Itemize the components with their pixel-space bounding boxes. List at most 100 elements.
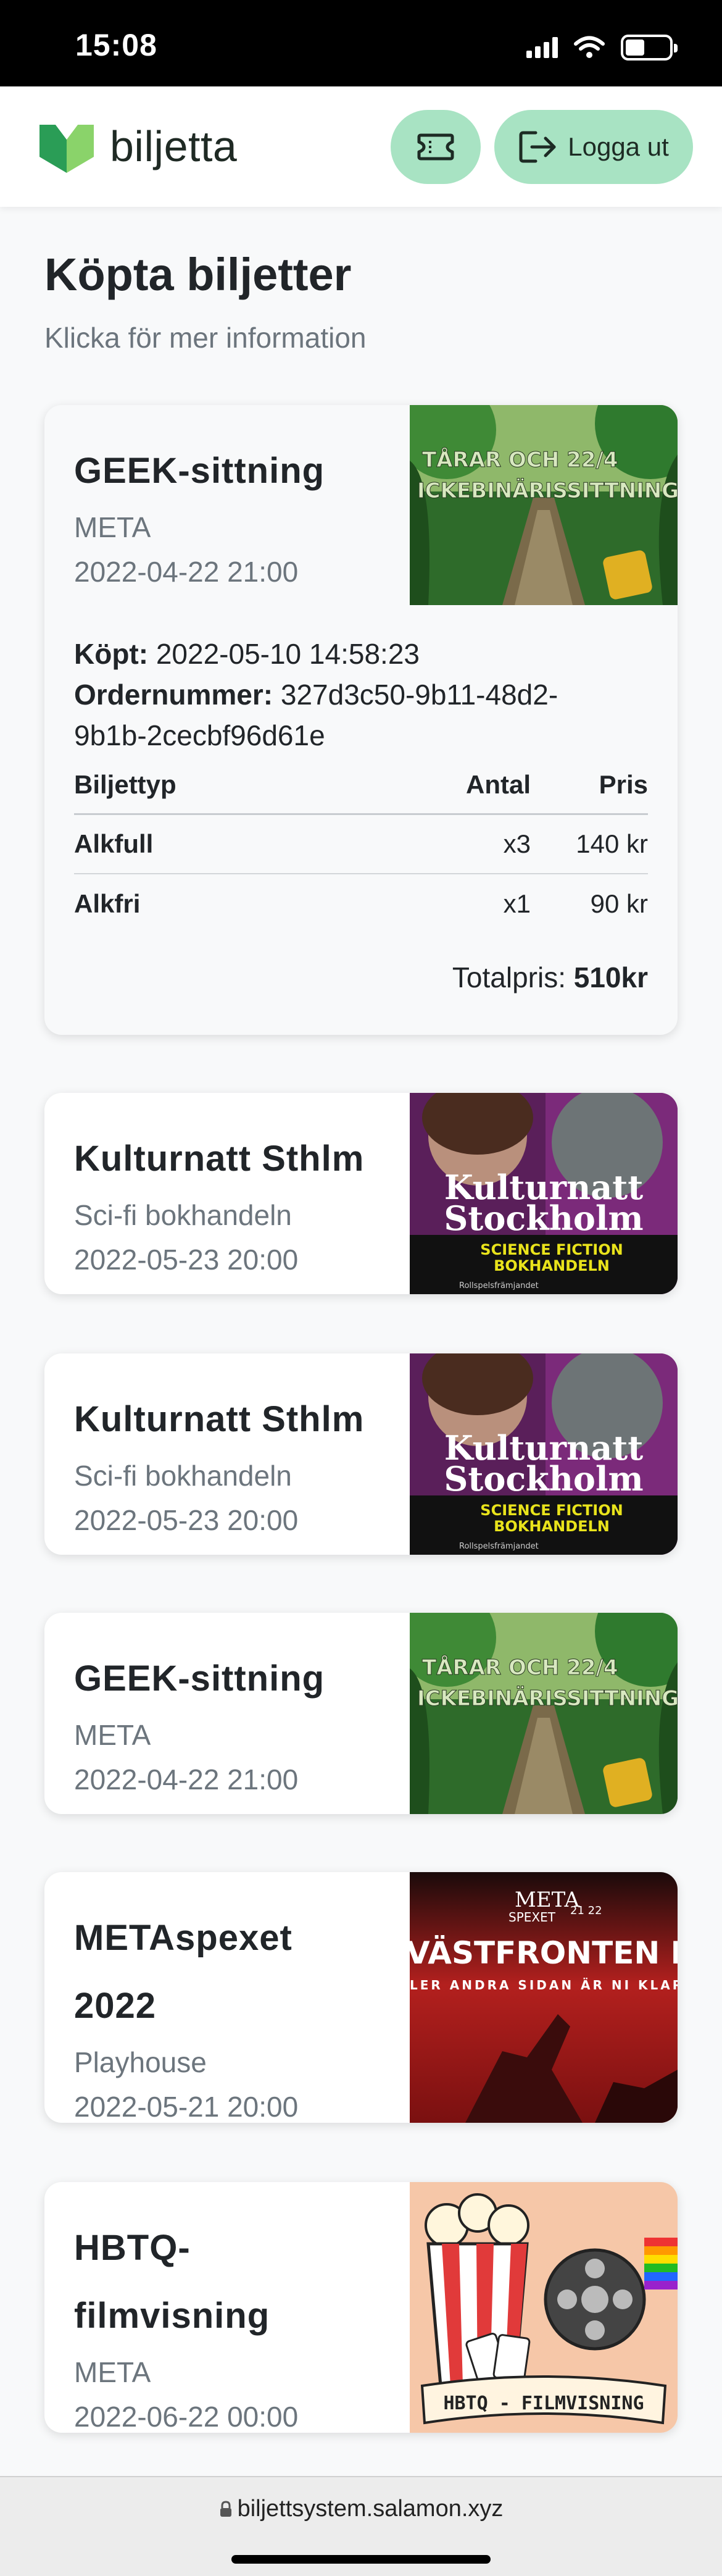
event-info: GEEK-sittning META 2022-04-22 21:00 bbox=[74, 437, 420, 594]
purchased-value: 2022-05-10 14:58:23 bbox=[156, 638, 420, 670]
event-venue: META bbox=[74, 511, 151, 543]
event-date: 2022-06-22 00:00 bbox=[74, 2401, 299, 2433]
table-row: Alkfull x3 140 kr bbox=[74, 815, 648, 874]
ticket-card[interactable]: METAspexet 2022 Playhouse 2022-05-21 20:… bbox=[44, 1872, 678, 2123]
navbar: biljetta Logga ut bbox=[0, 86, 722, 207]
event-date: 2022-04-22 21:00 bbox=[74, 556, 299, 588]
geek-image-bottom-caption: ICKEBINÄRISSITTNING bbox=[417, 478, 678, 503]
ticket-table: Biljettyp Antal Pris Alkfull x3 140 kr A… bbox=[74, 756, 648, 934]
geek-image-top-caption: TÅRAR OCH 22/4 bbox=[422, 447, 618, 472]
brand-link[interactable]: biljetta bbox=[37, 119, 237, 174]
browser-address-bar[interactable]: biljettsystem.salamon.xyz bbox=[0, 2476, 722, 2576]
kulturnatt-image-band1: SCIENCE FICTION bbox=[480, 1241, 623, 1258]
event-image-geek: TÅRAR OCH 22/4 ICKEBINÄRISSITTNING bbox=[410, 1613, 678, 1814]
order-number-value-2: 9b1b-2cecbf96d61e bbox=[74, 719, 325, 751]
col-quantity: Antal bbox=[466, 769, 531, 799]
event-info: METAspexet 2022 Playhouse 2022-05-21 20:… bbox=[74, 1904, 420, 2123]
event-image-metaspexet: META SPEXET 21 22 VÄSTFRONTEN INTET S LE… bbox=[410, 1872, 678, 2123]
order-number-line-2: 9b1b-2cecbf96d61e bbox=[74, 715, 648, 756]
spexet-tagline: LER ANDRA SIDAN ÄR NI KLAR bbox=[410, 1978, 678, 1993]
geek-image-bottom-caption: ICKEBINÄRISSITTNING bbox=[417, 1686, 678, 1711]
status-time: 15:08 bbox=[75, 28, 157, 62]
event-info: Kulturnatt Sthlm Sci-fi bokhandeln 2022-… bbox=[74, 1386, 420, 1542]
total-value: 510kr bbox=[573, 961, 648, 993]
event-info: Kulturnatt Sthlm Sci-fi bokhandeln 2022-… bbox=[74, 1125, 420, 1282]
event-venue: Sci-fi bokhandeln bbox=[74, 1199, 292, 1231]
event-name: Kulturnatt Sthlm bbox=[74, 1399, 365, 1439]
wifi-icon bbox=[574, 36, 605, 58]
kulturnatt-image-footer: Rollspelsfrämjandet bbox=[459, 1281, 539, 1290]
ticket-card-expanded[interactable]: GEEK-sittning META 2022-04-22 21:00 TÅRA… bbox=[44, 405, 678, 1035]
home-indicator bbox=[231, 2555, 491, 2564]
status-icons bbox=[526, 32, 678, 63]
ticket-card[interactable]: Kulturnatt Sthlm Sci-fi bokhandeln 2022-… bbox=[44, 1353, 678, 1555]
event-date: 2022-05-23 20:00 bbox=[74, 1244, 299, 1276]
purchased-label: Köpt: bbox=[74, 638, 149, 670]
ticket-card[interactable]: HBTQ- filmvisning META 2022-06-22 00:00 bbox=[44, 2182, 678, 2433]
event-venue: Sci-fi bokhandeln bbox=[74, 1460, 292, 1492]
event-name: Kulturnatt Sthlm bbox=[74, 1139, 365, 1179]
logout-label: Logga ut bbox=[568, 132, 669, 161]
biljetta-logo-icon bbox=[39, 125, 94, 173]
event-name: GEEK-sittning bbox=[74, 451, 325, 491]
event-venue: Playhouse bbox=[74, 2046, 207, 2078]
ticket-table-header: Biljettyp Antal Pris bbox=[74, 756, 648, 815]
page-title: Köpta biljetter bbox=[44, 249, 352, 300]
ticket-icon bbox=[417, 133, 454, 161]
purchased-line: Köpt: 2022-05-10 14:58:23 bbox=[74, 634, 648, 674]
page-subtitle: Klicka för mer information bbox=[44, 322, 367, 354]
event-date: 2022-05-21 20:00 bbox=[74, 2091, 299, 2123]
spexet-title: VÄSTFRONTEN INTET S bbox=[410, 1935, 678, 1971]
brand-name: biljetta bbox=[110, 122, 238, 170]
hbtq-image-banner: HBTQ - FILMVISNING bbox=[443, 2393, 644, 2414]
event-info: HBTQ- filmvisning META 2022-06-22 00:00 bbox=[74, 2214, 420, 2433]
kulturnatt-image-line2: Stockholm bbox=[444, 1459, 643, 1499]
col-ticket-type: Biljettyp bbox=[74, 769, 176, 799]
spexet-logo-sub: SPEXET bbox=[508, 1910, 556, 1925]
lock-icon bbox=[220, 2501, 231, 2517]
event-venue: META bbox=[74, 2356, 151, 2388]
event-image-kulturnatt: Kulturnatt Stockholm SCIENCE FICTION BOK… bbox=[410, 1353, 678, 1555]
battery-icon bbox=[621, 35, 678, 61]
kulturnatt-image-band2: BOKHANDELN bbox=[494, 1518, 610, 1535]
event-name-line2: filmvisning bbox=[74, 2296, 270, 2336]
event-info: GEEK-sittning META 2022-04-22 21:00 bbox=[74, 1645, 420, 1802]
cellular-signal-icon bbox=[526, 37, 558, 58]
event-name-line1: HBTQ- bbox=[74, 2228, 191, 2268]
total-label: Totalpris: bbox=[452, 961, 566, 993]
purchase-details: Köpt: 2022-05-10 14:58:23 Ordernummer: 3… bbox=[74, 634, 648, 756]
kulturnatt-image-band1: SCIENCE FICTION bbox=[480, 1502, 623, 1519]
geek-image-top-caption: TÅRAR OCH 22/4 bbox=[422, 1655, 618, 1680]
ticket-price: 90 kr bbox=[590, 889, 648, 918]
event-image-geek: TÅRAR OCH 22/4 ICKEBINÄRISSITTNING bbox=[410, 405, 678, 605]
col-price: Pris bbox=[599, 769, 648, 799]
status-bar: 15:08 bbox=[0, 0, 722, 86]
spexet-logo-year: 21 22 bbox=[570, 1904, 602, 1917]
ticket-qty: x3 bbox=[503, 829, 531, 858]
url-text: biljettsystem.salamon.xyz bbox=[237, 2496, 504, 2522]
ticket-qty: x1 bbox=[503, 889, 531, 918]
kulturnatt-image-line2: Stockholm bbox=[444, 1198, 643, 1238]
ticket-price: 140 kr bbox=[576, 829, 648, 858]
event-venue: META bbox=[74, 1719, 151, 1751]
total-price: Totalpris: 510kr bbox=[452, 961, 648, 994]
my-tickets-button[interactable] bbox=[391, 110, 481, 184]
event-date: 2022-04-22 21:00 bbox=[74, 1763, 299, 1796]
order-number-line: Ordernummer: 327d3c50-9b11-48d2- bbox=[74, 674, 648, 715]
event-image-kulturnatt: Kulturnatt Stockholm SCIENCE FICTION BOK… bbox=[410, 1093, 678, 1294]
event-date: 2022-05-23 20:00 bbox=[74, 1504, 299, 1536]
order-number-value-1: 327d3c50-9b11-48d2- bbox=[280, 679, 558, 711]
table-row: Alkfri x1 90 kr bbox=[74, 874, 648, 934]
url-display[interactable]: biljettsystem.salamon.xyz bbox=[0, 2496, 722, 2522]
order-number-label: Ordernummer: bbox=[74, 679, 273, 711]
event-name: GEEK-sittning bbox=[74, 1658, 325, 1699]
ticket-type: Alkfri bbox=[74, 889, 141, 918]
logout-icon bbox=[519, 131, 556, 163]
logout-button[interactable]: Logga ut bbox=[494, 110, 693, 184]
kulturnatt-image-band2: BOKHANDELN bbox=[494, 1257, 610, 1274]
event-image-hbtq: HBTQ - FILMVISNING bbox=[410, 2182, 678, 2433]
event-name-line1: METAspexet bbox=[74, 1918, 293, 1958]
ticket-card[interactable]: GEEK-sittning META 2022-04-22 21:00 TÅRA… bbox=[44, 1613, 678, 1814]
kulturnatt-image-footer: Rollspelsfrämjandet bbox=[459, 1542, 539, 1551]
ticket-card[interactable]: Kulturnatt Sthlm Sci-fi bokhandeln 2022-… bbox=[44, 1093, 678, 1294]
